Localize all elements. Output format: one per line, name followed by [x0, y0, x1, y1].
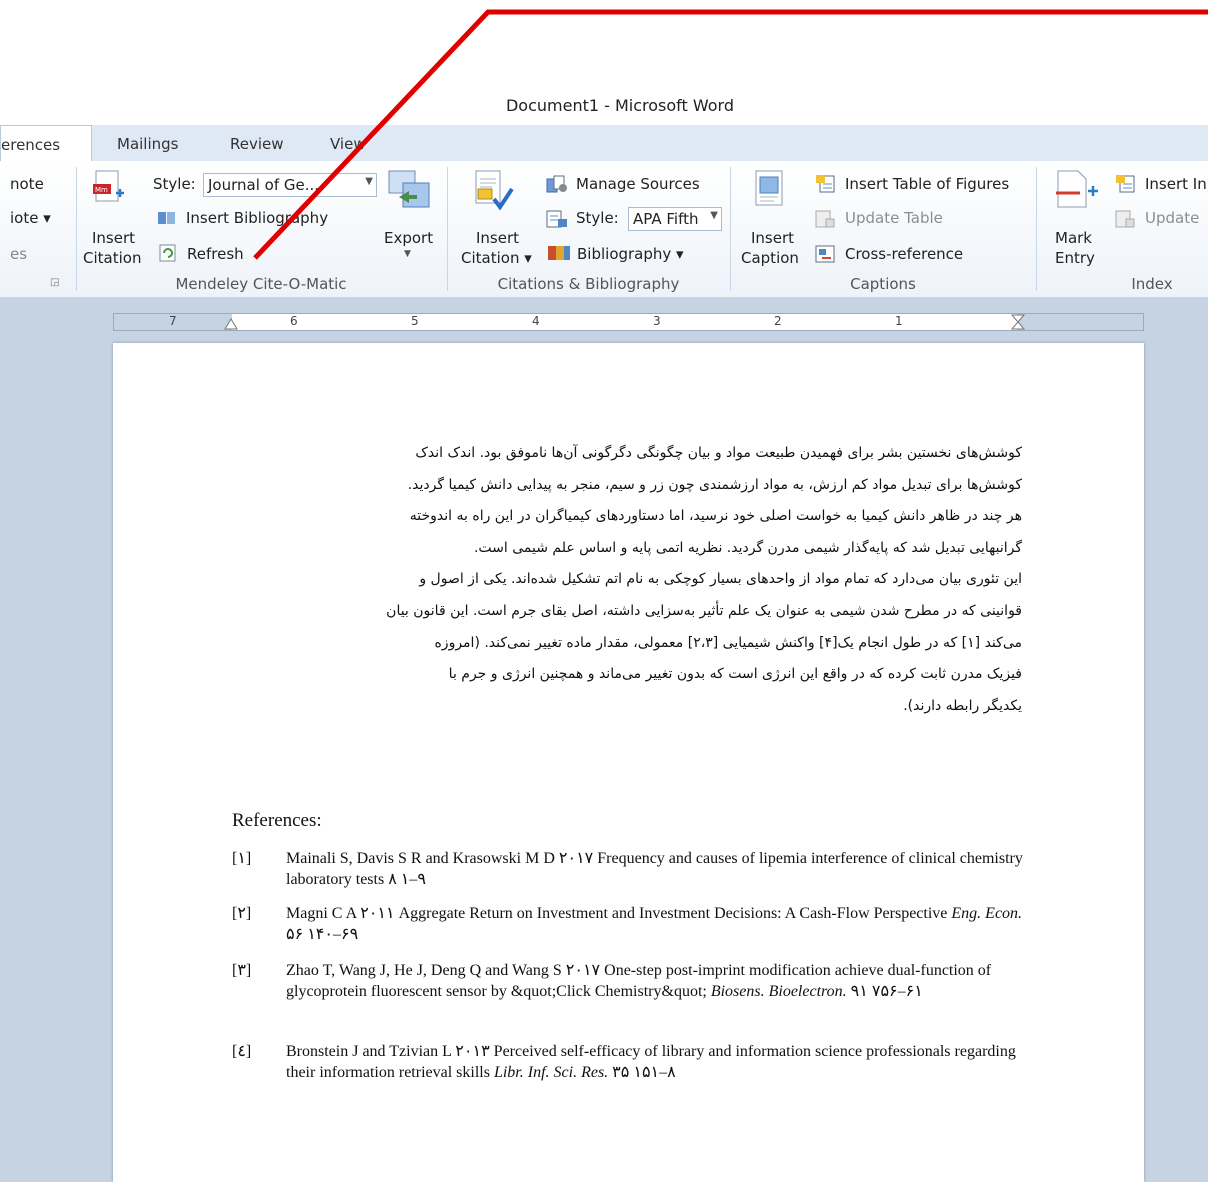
- ruler-number: 1: [895, 314, 903, 328]
- paragraph-line: کوشش‌ها برای تبدیل مواد کم ارزش، به مواد…: [407, 476, 1022, 493]
- paragraph-line: کوشش‌های نخستین بشر برای فهمیدن طبیعت مو…: [415, 445, 1022, 461]
- paragraph-line: یکدیگر رابطه دارند).: [903, 697, 1022, 714]
- reference-number: [۱]: [232, 850, 252, 867]
- paragraph-line: قوانینی که در مطرح شدن شیمی به عنوان یک …: [386, 602, 1022, 619]
- horizontal-ruler[interactable]: 7 6 5 4 3 2 1: [113, 313, 1144, 331]
- reference-journal: Eng. Econ.: [951, 905, 1023, 922]
- reference-text: Mainali S, Davis S R and Krasowski M D ۲…: [286, 850, 1023, 888]
- paragraph-line: هر چند در ظاهر دانش کیمیا به خواست اصلی …: [409, 508, 1022, 525]
- reference-number: [۲]: [232, 905, 252, 922]
- reference-journal: Biosens. Bioelectron.: [710, 983, 847, 1000]
- paragraph-line: فیزیک مدرن ثابت کرده که در واقع این انرژ…: [448, 666, 1022, 683]
- ruler-number: 3: [653, 314, 661, 328]
- indent-marker-icon[interactable]: [224, 316, 238, 330]
- reference-number: [٤]: [232, 1043, 252, 1060]
- ruler-number: 7: [169, 314, 177, 328]
- ruler-number: 4: [532, 314, 540, 328]
- paragraph-line: گرانبهایی تبدیل شد که پایه‌گذار شیمی مدر…: [473, 539, 1022, 556]
- reference-number: [۳]: [232, 962, 252, 979]
- ruler-number: 6: [290, 314, 298, 328]
- ruler-margin: [1017, 314, 1143, 330]
- references-heading: References:: [232, 810, 322, 831]
- indent-marker-icon[interactable]: [1011, 314, 1025, 330]
- ruler-number: 5: [411, 314, 419, 328]
- annotation-arrow-line: [253, 9, 1208, 260]
- ruler-number: 2: [774, 314, 782, 328]
- reference-volume: ۵۶ ۱۴۰–۶۹: [286, 926, 359, 943]
- paragraph-line: این تئوری بیان می‌دارد که تمام مواد از و…: [419, 571, 1022, 588]
- persian-paragraph[interactable]: کوشش‌های نخستین بشر برای فهمیدن طبیعت مو…: [232, 438, 1022, 722]
- reference-volume: ۳۵ ۱۵۱–۸: [612, 1064, 676, 1081]
- paragraph-line: می‌کند [۱] که در طول انجام یک[۴] واکنش ش…: [434, 634, 1022, 651]
- reference-journal: Libr. Inf. Sci. Res.: [493, 1064, 609, 1081]
- reference-volume: ۹۱ ۷۵۶–۶۱: [850, 983, 923, 1000]
- reference-text: Magni C A ۲۰۱۱ Aggregate Return on Inves…: [286, 905, 948, 922]
